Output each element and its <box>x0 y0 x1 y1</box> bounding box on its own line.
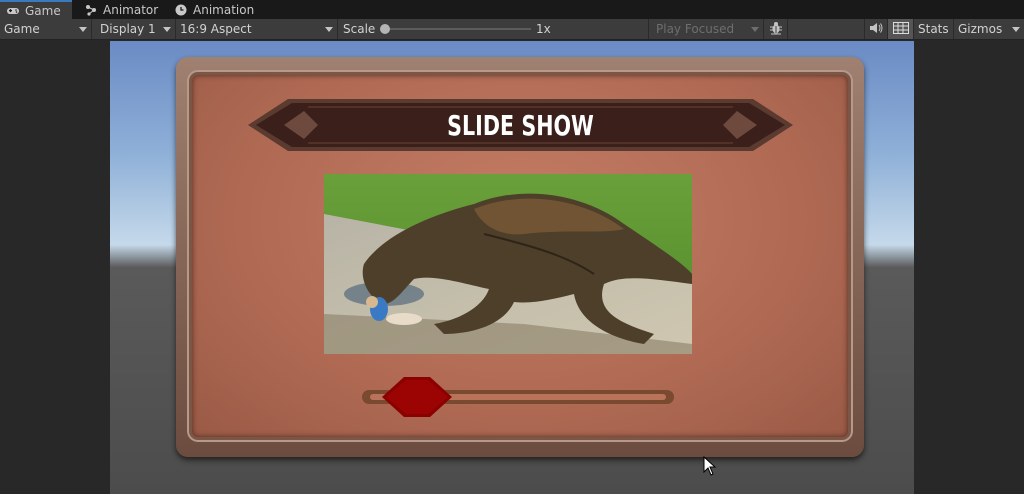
scale-label: Scale <box>343 22 376 36</box>
speaker-icon <box>869 22 883 37</box>
view-dropdown-label: Game <box>4 22 40 36</box>
letterbox-left <box>0 41 110 494</box>
view-dropdown[interactable]: Game <box>0 19 92 39</box>
game-viewport: SLIDE SHOW <box>110 41 914 494</box>
editor-tab-bar: Game Animator Animation <box>0 0 1024 19</box>
aspect-dropdown[interactable]: 16:9 Aspect <box>176 19 338 39</box>
display-dropdown-label: Display 1 <box>100 22 156 36</box>
slide-image <box>324 174 692 354</box>
clock-icon <box>174 4 188 16</box>
scale-value: 1x <box>536 22 551 36</box>
dinosaur-image <box>324 174 692 354</box>
tab-animation-label: Animation <box>193 2 255 17</box>
toggle-effects-button[interactable] <box>888 19 914 39</box>
stats-button[interactable]: Stats <box>914 19 954 39</box>
mute-audio-button[interactable] <box>864 19 888 39</box>
letterbox-right <box>914 41 1024 494</box>
debug-button[interactable] <box>764 19 788 39</box>
tab-animator[interactable]: Animator <box>78 0 168 19</box>
tab-animator-label: Animator <box>103 2 159 17</box>
aspect-dropdown-label: 16:9 Aspect <box>180 22 252 36</box>
scale-slider-handle[interactable] <box>380 24 390 34</box>
gizmos-label: Gizmos <box>958 22 1003 36</box>
display-dropdown[interactable]: Display 1 <box>96 19 176 39</box>
chevron-down-icon <box>751 27 759 32</box>
chevron-down-icon <box>1012 27 1020 32</box>
gizmos-dropdown[interactable]: Gizmos <box>954 19 1024 39</box>
play-mode-dropdown[interactable]: Play Focused <box>652 19 764 39</box>
chevron-down-icon <box>163 27 171 32</box>
play-mode-label: Play Focused <box>656 22 735 36</box>
scale-slider-track[interactable] <box>385 28 531 30</box>
tab-game-label: Game <box>25 3 61 18</box>
bug-icon <box>769 21 783 38</box>
tab-game[interactable]: Game <box>0 0 72 19</box>
animator-icon <box>84 4 98 16</box>
tab-animation[interactable]: Animation <box>168 0 268 19</box>
stats-grid-icon <box>892 21 909 37</box>
gamepad-icon <box>6 5 20 17</box>
title-banner <box>248 99 793 151</box>
chevron-down-icon <box>325 27 333 32</box>
stats-label: Stats <box>918 22 949 36</box>
mouse-cursor-icon <box>703 456 717 476</box>
slideshow-slider-handle[interactable] <box>382 375 452 419</box>
chevron-down-icon <box>79 27 87 32</box>
